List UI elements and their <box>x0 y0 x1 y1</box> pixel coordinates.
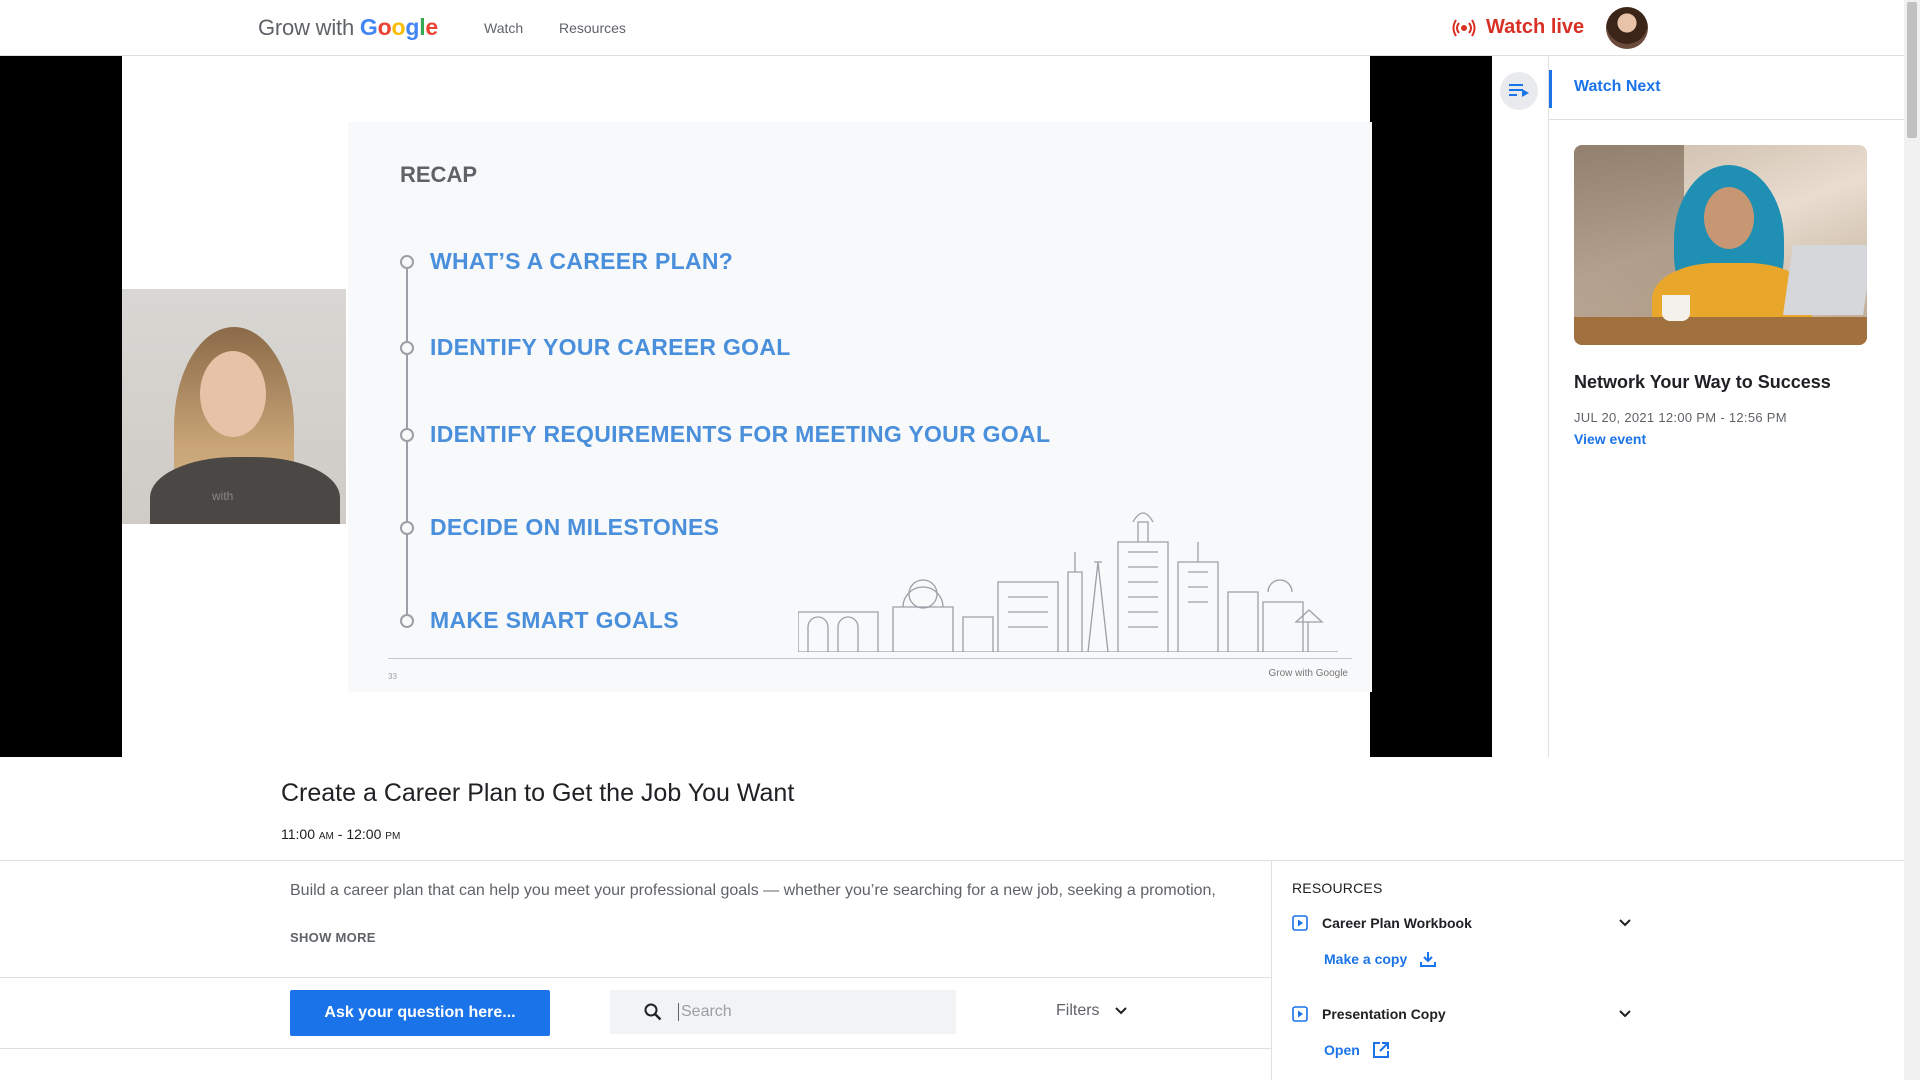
resource-label: Presentation Copy <box>1322 1006 1446 1022</box>
timeline-dot <box>400 427 414 442</box>
active-tab-indicator <box>1549 70 1552 108</box>
logo-prefix: Grow with <box>258 15 360 40</box>
city-skyline-illustration <box>798 512 1338 652</box>
open-label: Open <box>1324 1042 1360 1058</box>
slide-step: DECIDE ON MILESTONES <box>400 514 719 541</box>
logo-brand: Google <box>359 14 438 40</box>
timeline-dot <box>400 340 414 355</box>
speaker-shirt-text: with <box>212 489 234 503</box>
slide-step: IDENTIFY YOUR CAREER GOAL <box>400 334 791 361</box>
qa-divider-bottom <box>0 1048 1271 1049</box>
download-icon <box>1420 952 1437 967</box>
next-event-thumbnail[interactable] <box>1574 145 1867 345</box>
watch-live-button[interactable]: Watch live <box>1452 16 1584 39</box>
slide-footer-line <box>388 658 1352 659</box>
slide-brand-mark: Grow with Google <box>1268 668 1348 679</box>
speaker-face <box>200 351 266 437</box>
watch-next-panel: Watch Next Network Your Way to Success J… <box>1492 56 1904 757</box>
next-event-title[interactable]: Network Your Way to Success <box>1574 372 1831 393</box>
filters-label: Filters <box>1056 1002 1100 1019</box>
filters-dropdown[interactable]: Filters <box>1056 1002 1128 1020</box>
section-divider <box>0 860 1904 861</box>
thumbnail-laptop <box>1783 245 1867 315</box>
live-broadcast-icon <box>1452 18 1476 37</box>
timeline-dot <box>400 520 414 535</box>
nav-watch[interactable]: Watch <box>484 20 523 36</box>
tab-watch-next-label: Watch Next <box>1574 78 1661 95</box>
slides-file-icon <box>1292 915 1308 931</box>
thumbnail-person-face <box>1704 187 1754 249</box>
slide-step: WHAT’S A CAREER PLAN? <box>400 248 733 275</box>
thumbnail-table <box>1574 317 1867 345</box>
chevron-down-icon[interactable] <box>1618 1009 1632 1019</box>
resources-heading: RESOURCES <box>1292 880 1383 896</box>
speaker-shirt <box>150 457 340 524</box>
slide-page-number: 33 <box>388 672 397 681</box>
slide-step-text: MAKE SMART GOALS <box>430 607 679 633</box>
timeline-dot <box>400 613 414 628</box>
question-search[interactable] <box>610 990 956 1034</box>
watch-live-label: Watch live <box>1486 16 1585 38</box>
make-a-copy-link[interactable]: Make a copy <box>1324 950 1437 968</box>
next-event-date: JUL 20, 2021 12:00 PM - 12:56 PM <box>1574 410 1787 425</box>
search-icon <box>644 1003 662 1021</box>
slide-step-text: WHAT’S A CAREER PLAN? <box>430 248 734 274</box>
timeline-dot <box>400 254 414 269</box>
ask-question-button[interactable]: Ask your question here... <box>290 990 550 1036</box>
video-frame: RECAP WHAT’S A CAREER PLAN? IDENTIFY YOU… <box>122 56 1372 757</box>
slide-heading: RECAP <box>400 162 478 187</box>
side-rail <box>1492 56 1549 757</box>
chevron-down-icon <box>1114 1007 1127 1015</box>
resource-item-career-plan-workbook[interactable]: Career Plan Workbook <box>1292 915 1472 931</box>
speaker-webcam: with <box>122 289 346 524</box>
slide-step-text: DECIDE ON MILESTONES <box>430 514 720 540</box>
resource-label: Career Plan Workbook <box>1322 915 1472 931</box>
make-a-copy-label: Make a copy <box>1324 951 1408 967</box>
resource-item-presentation-copy[interactable]: Presentation Copy <box>1292 1006 1446 1022</box>
playlist-icon <box>1509 84 1529 97</box>
show-more-link[interactable]: SHOW MORE <box>290 930 376 945</box>
event-description: Build a career plan that can help you me… <box>290 882 1216 899</box>
column-divider <box>1271 860 1272 1080</box>
scrollbar-thumb[interactable] <box>1907 2 1917 138</box>
event-time-end-period: PM <box>385 831 401 842</box>
slide-step: IDENTIFY REQUIREMENTS FOR MEETING YOUR G… <box>400 421 1050 448</box>
playlist-toggle-button[interactable] <box>1500 72 1538 110</box>
slide-step: MAKE SMART GOALS <box>400 607 679 634</box>
open-link[interactable]: Open <box>1324 1041 1390 1059</box>
top-header: Grow with Google Watch Resources Watch l… <box>0 0 1904 56</box>
grow-with-google-logo[interactable]: Grow with Google <box>258 14 438 41</box>
search-input[interactable] <box>678 1003 938 1021</box>
event-time-end: 12:00 <box>346 826 382 842</box>
event-time-start: 11:00 <box>281 826 315 842</box>
user-avatar[interactable] <box>1606 7 1648 49</box>
event-time-separator: - <box>333 826 347 842</box>
event-time: 11:00 AM - 12:00 PM <box>281 826 400 842</box>
slide-step-text: IDENTIFY REQUIREMENTS FOR MEETING YOUR G… <box>430 421 1051 447</box>
event-title: Create a Career Plan to Get the Job You … <box>281 779 795 807</box>
qa-divider-top <box>0 977 1271 978</box>
chevron-down-icon[interactable] <box>1618 918 1632 928</box>
page-scrollbar[interactable] <box>1904 0 1920 1080</box>
presentation-slide: RECAP WHAT’S A CAREER PLAN? IDENTIFY YOU… <box>348 122 1372 692</box>
view-event-link[interactable]: View event <box>1574 431 1646 447</box>
video-player[interactable]: RECAP WHAT’S A CAREER PLAN? IDENTIFY YOU… <box>0 56 1492 757</box>
event-time-start-period: AM <box>318 831 334 842</box>
open-in-new-icon <box>1372 1042 1389 1058</box>
slide-step-text: IDENTIFY YOUR CAREER GOAL <box>430 334 791 360</box>
thumbnail-cup <box>1662 295 1690 321</box>
slides-file-icon <box>1292 1006 1308 1022</box>
nav-resources[interactable]: Resources <box>559 20 626 36</box>
